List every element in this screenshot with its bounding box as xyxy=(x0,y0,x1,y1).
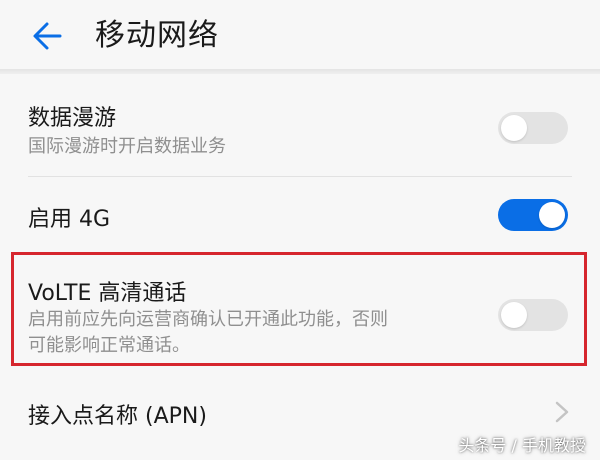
toggle-knob xyxy=(539,202,565,228)
enable-4g-title: 启用 4G xyxy=(28,207,111,232)
header-bar: 移动网络 xyxy=(0,0,600,70)
volte-highlight-box xyxy=(11,252,587,366)
setting-row-enable-4g[interactable]: 启用 4G xyxy=(0,177,600,253)
chevron-right-icon xyxy=(555,401,569,423)
data-roaming-title: 数据漫游 xyxy=(28,106,117,131)
enable-4g-toggle[interactable] xyxy=(498,199,568,231)
toggle-knob xyxy=(501,115,527,141)
setting-row-data-roaming[interactable]: 数据漫游 国际漫游时开启数据业务 xyxy=(0,74,600,176)
data-roaming-toggle[interactable] xyxy=(498,112,568,144)
arrow-left-icon xyxy=(33,22,62,50)
page-title: 移动网络 xyxy=(95,18,219,53)
back-button[interactable] xyxy=(28,16,68,56)
apn-title: 接入点名称 (APN) xyxy=(28,404,207,429)
data-roaming-subtitle: 国际漫游时开启数据业务 xyxy=(28,136,226,157)
watermark-text: 头条号 / 手机教授 xyxy=(458,436,586,455)
